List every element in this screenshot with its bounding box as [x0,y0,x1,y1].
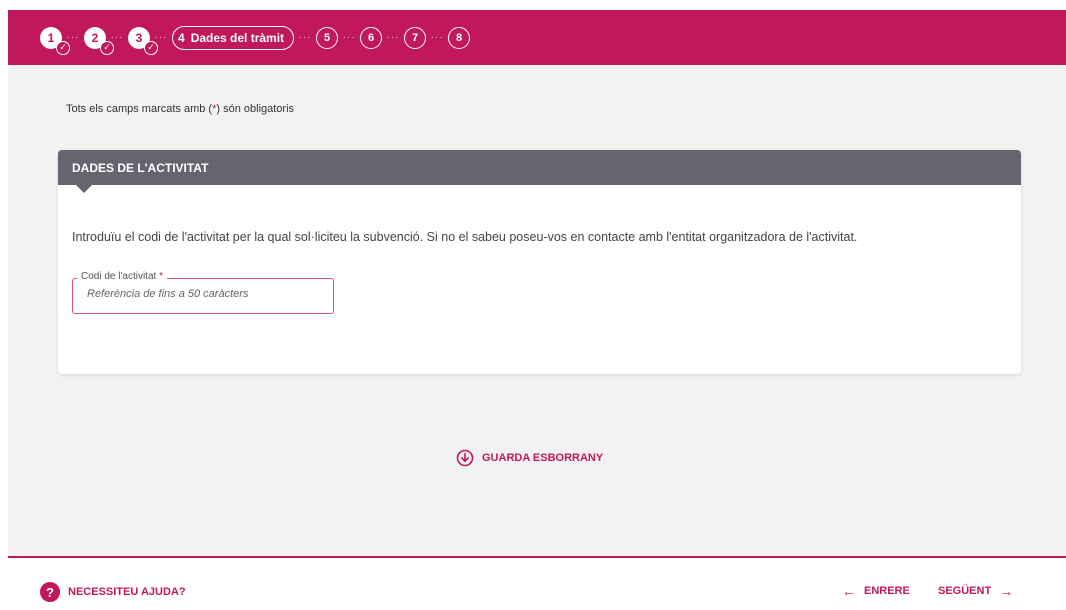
activity-data-card: DADES DE L'ACTIVITAT Introduïu el codi d… [58,150,1021,374]
step-7: 7 [404,26,427,49]
question-icon: ? [40,582,60,602]
check-icon: ✓ [144,40,158,55]
arrow-right-icon: → [999,583,1014,599]
save-draft-button[interactable]: GUARDA ESBORRANY [456,449,603,467]
required-fields-note: Tots els camps marcats amb (*) són oblig… [66,103,294,115]
next-label: SEGÜENT [938,585,992,597]
section-header: DADES DE L'ACTIVITAT [58,150,1021,193]
field-label-text: Codi de l'activitat [81,271,157,282]
step-number: 3 [135,30,143,45]
section-title: DADES DE L'ACTIVITAT [72,160,209,175]
help-label: NECESSITEU AJUDA? [68,586,186,598]
back-button[interactable]: ← ENRERE [834,583,910,599]
step-5: 5 [316,26,339,49]
step-number: 2 [91,30,99,45]
check-icon: ✓ [100,40,114,55]
step-1-completed[interactable]: 1 ✓ [40,26,70,55]
note-text: Tots els camps marcats amb ( [66,103,213,115]
check-icon: ✓ [56,40,70,55]
activity-code-input[interactable] [87,288,317,300]
step-label: Dades del tràmit [190,30,285,45]
step-8: 8 [448,26,471,49]
step-separator: ··· [110,32,124,43]
step-separator: ··· [66,32,80,43]
step-separator: ··· [430,32,444,43]
note-text: ) són obligatoris [216,103,295,115]
help-link[interactable]: ? NECESSITEU AJUDA? [40,582,186,602]
step-6: 6 [360,26,383,49]
page: 1 ✓ ··· 2 ✓ ··· 3 ✓ ··· 4 Dades del tràm… [8,10,1066,610]
section-intro: Introduïu el codi de l'activitat per la … [72,230,858,244]
next-button[interactable]: SEGÜENT → [938,583,1021,599]
download-icon [456,449,474,467]
step-4-current: 4 Dades del tràmit [172,25,295,50]
progress-stepper: 1 ✓ ··· 2 ✓ ··· 3 ✓ ··· 4 Dades del tràm… [8,10,1066,65]
activity-code-field: Codi de l'activitat * [72,271,334,314]
back-label: ENRERE [864,585,910,597]
step-separator: ··· [342,32,356,43]
field-label: Codi de l'activitat * [77,271,167,282]
arrow-left-icon: ← [842,583,856,599]
step-separator: ··· [154,32,168,43]
save-draft-label: GUARDA ESBORRANY [482,452,604,464]
step-2-completed[interactable]: 2 ✓ [84,26,114,55]
footer-nav: ? NECESSITEU AJUDA? ← ENRERE SEGÜENT → [8,556,1066,610]
required-asterisk: * [159,271,163,282]
step-separator: ··· [298,32,312,43]
step-number: 4 [178,30,185,45]
step-separator: ··· [386,32,400,43]
step-number: 1 [47,30,55,45]
step-3-completed[interactable]: 3 ✓ [128,26,158,55]
